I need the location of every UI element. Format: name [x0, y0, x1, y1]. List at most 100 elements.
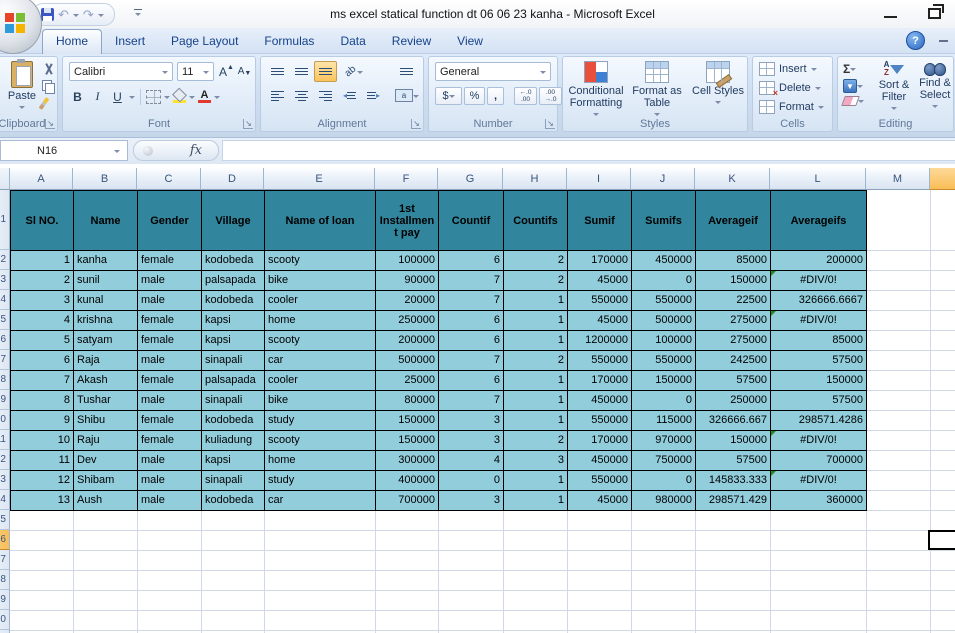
table-cell[interactable]: 980000 [632, 491, 695, 510]
table-cell[interactable]: 2 [11, 271, 73, 290]
minimize-button[interactable] [884, 16, 897, 18]
column-header-N[interactable]: N [930, 168, 955, 190]
table-cell[interactable]: Tushar [74, 391, 137, 410]
row-header-20[interactable]: 20 [0, 610, 10, 630]
orientation-button[interactable]: ab [338, 61, 370, 82]
table-cell[interactable]: female [138, 311, 201, 330]
table-cell[interactable]: 7 [439, 271, 503, 290]
table-cell[interactable]: 298571.4286 [771, 411, 866, 430]
table-cell[interactable]: 300000 [376, 451, 438, 470]
customize-qat-icon[interactable] [134, 9, 142, 17]
table-cell[interactable]: 7 [439, 291, 503, 310]
font-name-select[interactable]: Calibri [69, 62, 173, 81]
table-cell[interactable]: Aush [74, 491, 137, 510]
formula-input[interactable] [222, 140, 955, 161]
clear-button[interactable] [843, 96, 864, 106]
table-cell[interactable]: 1200000 [568, 331, 631, 350]
cells-button-insert[interactable]: Insert [759, 62, 817, 76]
decrease-decimal-button[interactable]: .00 →.0 [539, 87, 562, 105]
table-cell[interactable]: 7 [11, 371, 73, 390]
table-cell[interactable]: 450000 [632, 251, 695, 270]
align-bottom-button[interactable] [314, 61, 337, 82]
table-cell[interactable]: 550000 [568, 351, 631, 370]
table-cell[interactable]: male [138, 271, 201, 290]
table-cell[interactable]: #DIV/0! [771, 431, 866, 450]
table-cell[interactable]: kodobeda [202, 291, 264, 310]
table-cell[interactable]: 11 [11, 451, 73, 470]
table-cell[interactable]: 170000 [568, 431, 631, 450]
table-cell[interactable]: kunal [74, 291, 137, 310]
column-header-K[interactable]: K [695, 168, 770, 190]
table-header-cell[interactable]: Sl NO. [11, 191, 73, 250]
table-cell[interactable]: 5 [11, 331, 73, 350]
table-cell[interactable]: 57500 [771, 391, 866, 410]
table-header-cell[interactable]: Sumifs [632, 191, 695, 250]
table-cell[interactable]: 275000 [696, 331, 770, 350]
table-cell[interactable]: car [265, 491, 375, 510]
row-header-7[interactable]: 7 [0, 350, 10, 370]
table-cell[interactable]: 550000 [568, 471, 631, 490]
table-cell[interactable]: female [138, 431, 201, 450]
table-cell[interactable]: #DIV/0! [771, 271, 866, 290]
table-cell[interactable]: scooty [265, 331, 375, 350]
table-cell[interactable]: #DIV/0! [771, 471, 866, 490]
table-cell[interactable]: palsapada [202, 271, 264, 290]
column-header-I[interactable]: I [567, 168, 631, 190]
redo-icon[interactable]: ↷ [83, 8, 94, 21]
table-cell[interactable]: female [138, 371, 201, 390]
table-cell[interactable]: 7 [439, 391, 503, 410]
table-cell[interactable]: home [265, 451, 375, 470]
row-header-4[interactable]: 4 [0, 290, 10, 310]
tab-view[interactable]: View [444, 30, 496, 53]
decrease-indent-icon[interactable]: ◂ [338, 85, 361, 106]
undo-dropdown-icon[interactable] [73, 14, 79, 20]
align-middle-button[interactable] [290, 61, 313, 82]
tab-home[interactable]: Home [42, 29, 102, 54]
table-cell[interactable]: 45000 [568, 271, 631, 290]
row-header-18[interactable]: 18 [0, 570, 10, 590]
styles-button-conditional-formatting[interactable]: Conditional Formatting [567, 61, 625, 117]
row-header-12[interactable]: 12 [0, 450, 10, 470]
cells-button-delete[interactable]: ×Delete [759, 81, 821, 95]
table-cell[interactable]: 20000 [376, 291, 438, 310]
table-cell[interactable]: 450000 [568, 391, 631, 410]
table-cell[interactable]: sinapali [202, 351, 264, 370]
borders-icon[interactable] [146, 90, 161, 104]
increase-indent-icon[interactable]: ▸ [362, 85, 385, 106]
comma-button[interactable]: , [487, 87, 504, 105]
table-cell[interactable]: 12 [11, 471, 73, 490]
table-cell[interactable]: 0 [632, 271, 695, 290]
name-box[interactable]: N16 [0, 140, 128, 161]
table-cell[interactable]: 242500 [696, 351, 770, 370]
column-header-J[interactable]: J [631, 168, 695, 190]
table-cell[interactable]: 13 [11, 491, 73, 510]
table-cell[interactable]: study [265, 471, 375, 490]
table-cell[interactable]: 170000 [568, 251, 631, 270]
table-cell[interactable]: 275000 [696, 311, 770, 330]
undo-icon[interactable]: ↶ [58, 8, 69, 21]
table-cell[interactable]: Raja [74, 351, 137, 370]
table-cell[interactable]: 150000 [376, 411, 438, 430]
table-cell[interactable]: 10 [11, 431, 73, 450]
table-cell[interactable]: 6 [439, 331, 503, 350]
table-cell[interactable]: kapsi [202, 451, 264, 470]
table-cell[interactable]: 2 [504, 351, 567, 370]
worksheet[interactable]: Sl NO.NameGenderVillageName of loan1st I… [0, 164, 955, 633]
merge-center-icon[interactable]: a [391, 85, 423, 106]
tab-formulas[interactable]: Formulas [251, 30, 327, 53]
table-cell[interactable]: 100000 [632, 331, 695, 350]
editing-button-find-select[interactable]: Find & Select [915, 61, 955, 109]
alignment-dialog-launcher-icon[interactable]: ↘ [411, 119, 421, 129]
column-header-M[interactable]: M [866, 168, 930, 190]
restore-button[interactable] [928, 8, 941, 19]
row-header-9[interactable]: 9 [0, 390, 10, 410]
fill-color-icon[interactable] [173, 90, 186, 103]
table-cell[interactable]: 45000 [568, 311, 631, 330]
table-cell[interactable]: 150000 [696, 271, 770, 290]
table-cell[interactable]: 6 [439, 311, 503, 330]
column-header-H[interactable]: H [503, 168, 567, 190]
row-header-6[interactable]: 6 [0, 330, 10, 350]
table-cell[interactable]: study [265, 411, 375, 430]
row-header-13[interactable]: 13 [0, 470, 10, 490]
font-dialog-launcher-icon[interactable]: ↘ [243, 119, 253, 129]
